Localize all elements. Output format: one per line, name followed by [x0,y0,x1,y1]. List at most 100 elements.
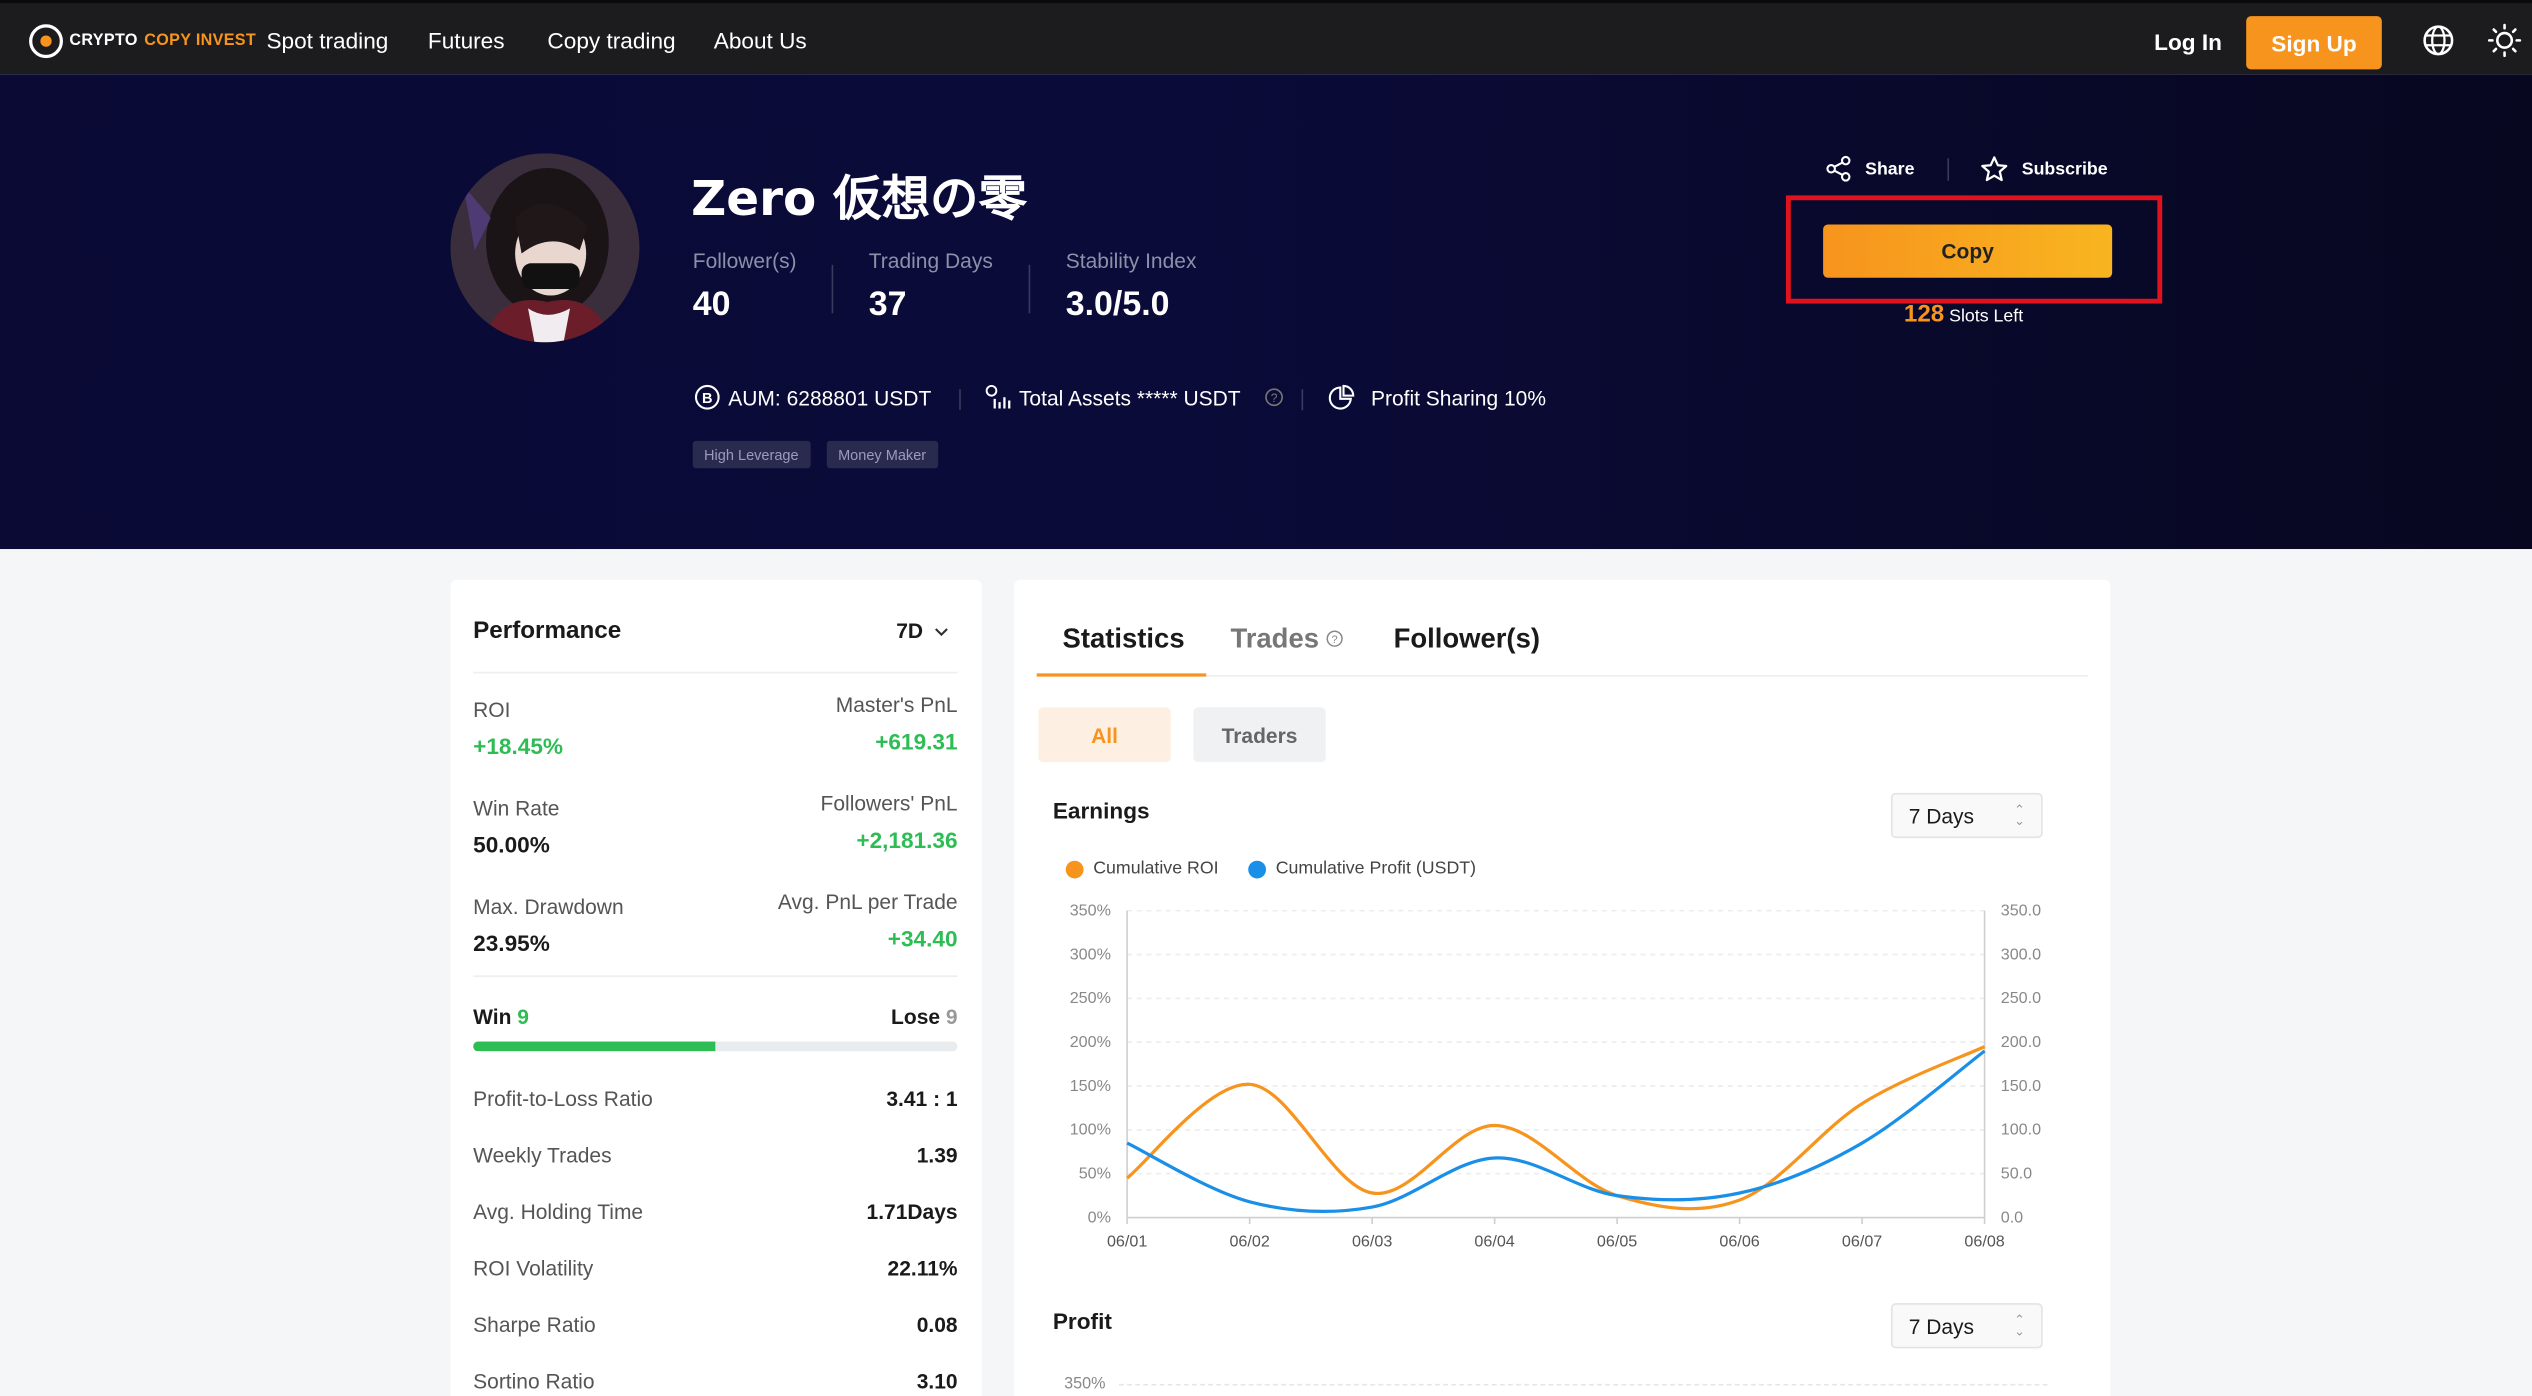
stability-index-value: 3.0/5.0 [1065,285,1170,323]
lose-count: Lose 9 [891,1004,958,1028]
profit-title: Profit [1052,1307,1112,1334]
roi-value: +18.45% [473,733,564,759]
filter-traders[interactable]: Traders [1193,707,1326,763]
tab-statistics[interactable]: Statistics [1063,623,1185,655]
stat-divider [831,264,834,314]
trading-days-value: 37 [868,285,907,323]
help-icon[interactable]: ? [1326,630,1344,648]
earnings-title: Earnings [1052,797,1150,824]
copy-button[interactable]: Copy [1823,224,2113,278]
y-right-tick: 100.0 [2001,1121,2041,1139]
x-tick-label: 06/05 [1597,1233,1637,1251]
win-lose-bar [473,1041,958,1052]
share-button[interactable]: Share [1825,155,1914,182]
brand-logo[interactable]: CRYPTO COPY INVEST [29,24,256,59]
divider [473,975,958,977]
nav-copy-trading[interactable]: Copy trading [547,27,675,53]
login-link[interactable]: Log In [2154,29,2222,55]
lose-number: 9 [945,1004,958,1029]
followers-pnl-label: Followers' PnL [820,791,958,816]
aum-text: AUM: 6288801 USDT [728,385,932,410]
earnings-range-select[interactable]: 7 Days ⌃ ⌄ [1890,792,2043,839]
help-icon[interactable]: ? [1265,388,1284,407]
sun-icon[interactable] [2487,23,2523,59]
sort-arrows-icon: ⌃ ⌄ [2014,1312,2025,1339]
legend-profit[interactable]: Cumulative Profit (USDT) [1248,859,1476,878]
nav-about-us[interactable]: About Us [714,27,807,53]
tab-trades[interactable]: Trades [1230,623,1319,655]
y-right-tick: 0.0 [2001,1208,2023,1226]
profit-axis-tick: 350% [1064,1375,1106,1394]
sort-arrows-icon: ⌃ ⌄ [2014,802,2025,829]
signup-button[interactable]: Sign Up [2246,16,2382,70]
y-left-tick: 50% [1079,1165,1111,1183]
divider [473,671,958,674]
total-assets-text: Total Assets ***** USDT [1018,385,1241,410]
y-left-tick: 350% [1070,902,1111,920]
logo-text-1: CRYPTO [69,32,138,51]
roi-volatility-value: 22.11% [887,1256,958,1281]
x-tick-label: 06/02 [1229,1233,1269,1251]
x-tick-label: 06/06 [1719,1233,1759,1251]
tag-money-maker: Money Maker [826,440,938,469]
y-left-tick: 100% [1070,1121,1111,1139]
y-left-tick: 300% [1070,945,1111,963]
series-line-cumulative-profit [1126,1049,1986,1214]
logo-icon [29,24,63,59]
roi-volatility-label: ROI Volatility [473,1256,594,1281]
globe-icon[interactable] [2421,23,2457,59]
profit-range-select[interactable]: 7 Days ⌃ ⌄ [1890,1303,2043,1349]
avg-pnl-label: Avg. PnL per Trade [777,889,958,914]
active-tab-indicator [1036,673,1207,677]
info-divider [1301,389,1304,411]
filter-all[interactable]: All [1038,707,1171,763]
followers-label: Follower(s) [692,248,797,273]
statistics-card: Statistics Trades ? Follower(s) All Trad… [1014,579,2111,1396]
performance-card: Performance 7D ROI +18.45% Master's PnL … [450,579,982,1396]
max-drawdown-value: 23.95% [473,930,550,956]
trading-days-label: Trading Days [868,248,993,273]
max-drawdown-label: Max. Drawdown [473,894,624,919]
subscribe-button[interactable]: Subscribe [1980,155,2108,184]
followers-value: 40 [692,285,731,323]
assets-icon [985,384,1011,409]
slots-left: 128 Slots Left [1904,300,2023,327]
period-dropdown[interactable]: 7D [896,618,949,643]
trader-name: Zero 仮想の零 [691,171,1027,228]
top-nav: CRYPTO COPY INVEST Spot trading Futures … [0,0,2532,75]
aum-info: B AUM: 6288801 USDT [694,384,931,410]
x-tick-label: 06/04 [1474,1233,1514,1251]
star-icon [1981,156,2008,182]
period-value: 7D [896,618,924,643]
win-bar-fill [473,1041,716,1052]
legend-roi[interactable]: Cumulative ROI [1065,859,1219,878]
earnings-range-value: 7 Days [1908,803,1975,828]
sortino-ratio-label: Sortino Ratio [473,1369,595,1394]
nav-spot-trading[interactable]: Spot trading [266,27,388,53]
sharpe-ratio-value: 0.08 [916,1312,958,1338]
win-rate-value: 50.00% [473,831,550,858]
svg-text:B: B [702,391,712,407]
profit-sharing-text: Profit Sharing 10% [1370,385,1547,411]
svg-text:?: ? [1271,391,1278,405]
y-right-tick: 50.0 [2001,1165,2032,1183]
bitcoin-icon: B [694,384,720,410]
stat-divider [1028,264,1031,314]
sortino-ratio-value: 3.10 [916,1369,958,1394]
series-line-cumulative-roi [1126,1045,1986,1211]
master-pnl-value: +619.31 [875,728,958,755]
legend-dot [1248,859,1267,878]
tab-followers[interactable]: Follower(s) [1394,623,1540,655]
win-count: Win 9 [473,1004,529,1028]
legend-dot [1065,859,1084,878]
nav-futures[interactable]: Futures [428,27,505,53]
x-tick-label: 06/01 [1107,1233,1147,1251]
earnings-chart: 0% 0.0 50% 50.0 100% 100.0 150% 150.0 200% 200.0 2… [1070,902,2041,1251]
weekly-trades-label: Weekly Trades [473,1143,612,1168]
profit-loss-ratio-value: 3.41 : 1 [886,1086,958,1111]
profit-range-value: 7 Days [1908,1313,1975,1338]
y-right-tick: 350.0 [2001,902,2041,920]
stability-index-label: Stability Index [1065,248,1197,273]
x-tick-label: 06/03 [1352,1233,1392,1251]
profit-loss-ratio-label: Profit-to-Loss Ratio [473,1086,653,1111]
